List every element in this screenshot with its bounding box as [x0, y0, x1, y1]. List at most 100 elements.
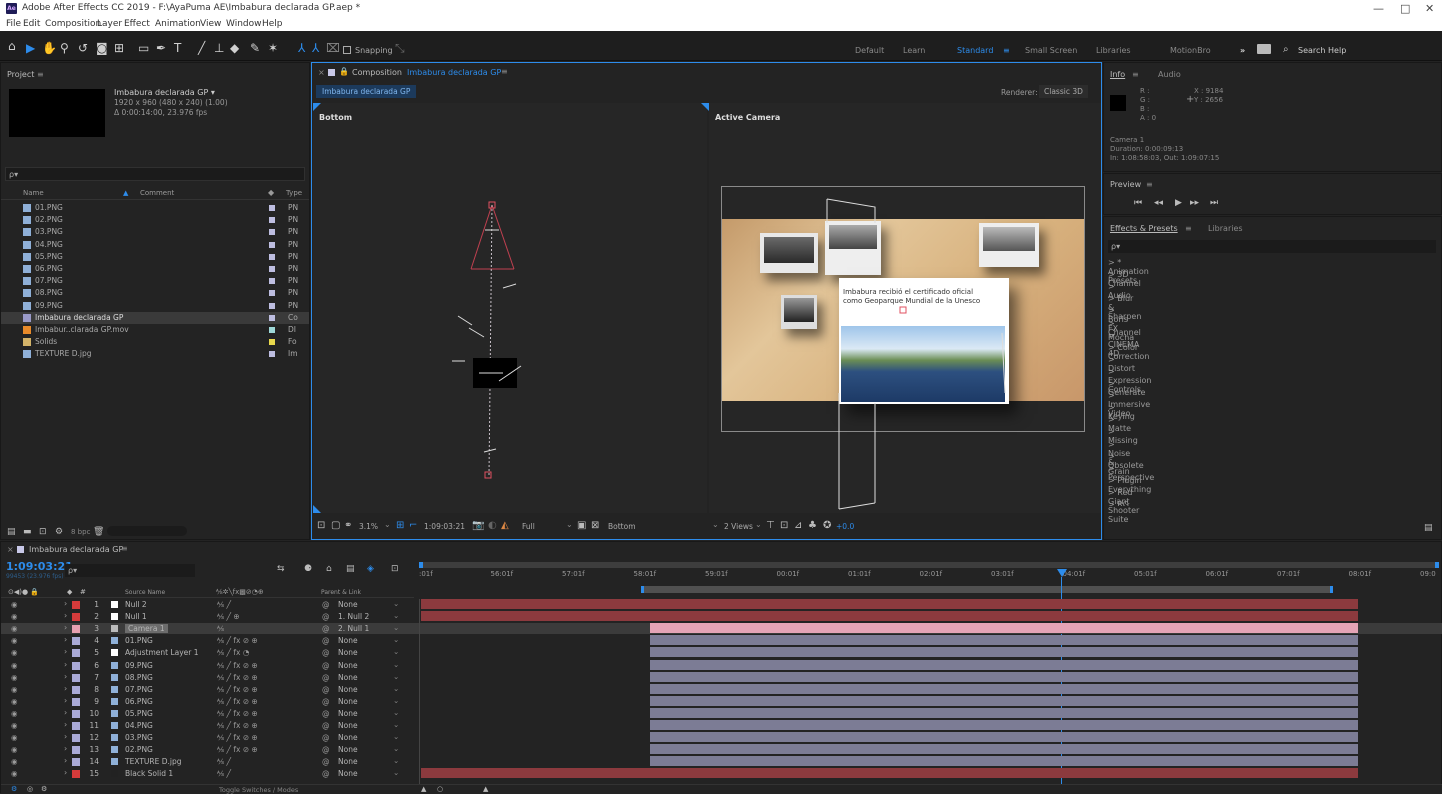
layer-label-swatch[interactable]	[72, 637, 80, 646]
layer-duration-bar[interactable]	[421, 768, 1358, 779]
project-panel-title[interactable]: Project	[7, 70, 34, 79]
layer-switches[interactable]: ⅍ ╱ fx ⊘ ⊕	[217, 733, 258, 742]
layer-duration-bar[interactable]	[650, 707, 1358, 718]
parent-pickwhip-icon[interactable]: @	[322, 600, 330, 609]
home-icon[interactable]: ⌂	[8, 40, 16, 52]
eraser-tool-icon[interactable]: ◆	[230, 42, 239, 54]
workspace-standard[interactable]: Standard	[957, 46, 993, 55]
motion-blur-icon[interactable]: ◈	[367, 564, 374, 574]
comp-mini-flowchart-icon[interactable]: ⇆	[277, 564, 285, 574]
menu-animation[interactable]: Animation	[155, 19, 201, 29]
eye-icon[interactable]: ◉	[11, 757, 18, 766]
parent-pickwhip-icon[interactable]: @	[322, 685, 330, 694]
project-item[interactable]: 01.PNG PN	[1, 202, 309, 214]
layer-source-name[interactable]: TEXTURE D.jpg	[125, 757, 182, 766]
project-item[interactable]: Imbabura declarada GP Co	[1, 311, 309, 324]
playhead-handle[interactable]	[1057, 569, 1067, 577]
layer-switches[interactable]: ⅍ ╱	[217, 769, 231, 778]
layer-duration-bar[interactable]	[650, 659, 1358, 670]
expand-arrow-icon[interactable]: ›	[64, 708, 67, 717]
close-timeline-tab-icon[interactable]: ×	[7, 545, 14, 554]
layer-parent-select[interactable]: 2. Null 1	[338, 624, 369, 633]
new-folder-icon[interactable]: ▬	[23, 527, 32, 537]
parent-chevron-icon[interactable]: ⌄	[393, 672, 399, 681]
pan-behind-tool-icon[interactable]: ⊞	[114, 42, 124, 54]
layer-parent-select[interactable]: None	[338, 709, 358, 718]
col-name[interactable]: Name	[23, 189, 44, 197]
layer-parent-select[interactable]: None	[338, 745, 358, 754]
expand-arrow-icon[interactable]: ›	[64, 768, 67, 777]
col-parent-link[interactable]: Parent & Link	[321, 589, 361, 596]
layer-label-swatch[interactable]	[72, 709, 80, 718]
layer-switches[interactable]: ⅍	[217, 624, 224, 633]
layer-duration-bar[interactable]	[650, 671, 1358, 682]
expand-arrow-icon[interactable]: ›	[64, 696, 67, 705]
layer-label-swatch[interactable]	[72, 697, 80, 706]
parent-chevron-icon[interactable]: ⌄	[393, 623, 399, 632]
fast-previews-icon[interactable]: ▣	[577, 520, 586, 531]
minimize-icon[interactable]: —	[1373, 2, 1384, 15]
work-area-start-handle[interactable]	[419, 562, 423, 568]
layer-source-name[interactable]: Null 1	[125, 612, 147, 621]
parent-chevron-icon[interactable]: ⌄	[393, 611, 399, 620]
expand-arrow-icon[interactable]: ›	[64, 684, 67, 693]
last-frame-icon[interactable]: ⏭	[1210, 198, 1218, 208]
zoom-tool-icon[interactable]: ⚲	[60, 42, 69, 54]
snapshot-icon[interactable]: ▢	[331, 520, 340, 531]
parent-chevron-icon[interactable]: ⌄	[393, 599, 399, 608]
layer-switches[interactable]: ⅍ ╱ fx ⊘ ⊕	[217, 697, 258, 706]
col-comment[interactable]: Comment	[140, 189, 174, 197]
menu-help[interactable]: Help	[262, 19, 283, 29]
project-item[interactable]: 05.PNG PN	[1, 251, 309, 263]
parent-pickwhip-icon[interactable]: @	[322, 673, 330, 682]
layer-label-swatch[interactable]	[72, 746, 80, 755]
layer-duration-bar[interactable]	[421, 611, 1358, 622]
expand-arrow-icon[interactable]: ›	[64, 720, 67, 729]
layer-duration-bar[interactable]	[650, 732, 1358, 743]
tab-libraries[interactable]: Libraries	[1208, 224, 1243, 233]
work-area-end-handle[interactable]	[1435, 562, 1439, 568]
bottom-view[interactable]: Bottom	[313, 103, 707, 513]
collapse-icon[interactable]: ⚙	[41, 785, 47, 793]
workspace-small-screen[interactable]: Small Screen	[1025, 46, 1077, 55]
search-icon[interactable]: ⌕	[1283, 44, 1289, 55]
expand-arrow-icon[interactable]: ›	[64, 611, 67, 620]
parent-chevron-icon[interactable]: ⌄	[393, 756, 399, 765]
project-search-input[interactable]: ρ▾	[5, 167, 305, 181]
workspace-menu-icon[interactable]: ≡	[1003, 46, 1010, 55]
layer-row[interactable]: ◉ › 3 Camera 1 ⅍ @2. Null 1 ⌄	[1, 623, 1442, 635]
expand-arrow-icon[interactable]: ›	[64, 672, 67, 681]
magnification-select[interactable]: 3.1%	[359, 522, 378, 531]
effects-menu-icon[interactable]: ≡	[1185, 224, 1192, 233]
eye-icon[interactable]: ◉	[11, 612, 18, 621]
show-channel-icon[interactable]: ◐	[488, 520, 497, 531]
layer-row[interactable]: ◉ › 1 Null 2 ⅍ ╱ @ None ⌄	[1, 599, 1442, 610]
layer-row[interactable]: ◉ › 12 03.PNG ⅍ ╱ fx ⊘ ⊕ @ None ⌄	[1, 732, 1442, 743]
project-item[interactable]: 07.PNG PN	[1, 275, 309, 287]
layer-duration-bar[interactable]	[650, 756, 1358, 767]
layer-source-name[interactable]: 06.PNG	[125, 697, 153, 706]
layer-parent-select[interactable]: None	[338, 673, 358, 682]
layer-label-swatch[interactable]	[72, 601, 80, 609]
lock-icon[interactable]: 🔒	[339, 67, 349, 76]
view-layout-select[interactable]: 2 Views	[724, 522, 753, 531]
take-snapshot-icon[interactable]: 📷	[472, 520, 484, 531]
comp-breadcrumb[interactable]: Imbabura declarada GP	[316, 85, 417, 98]
eye-icon[interactable]: ◉	[11, 685, 18, 694]
layer-source-name[interactable]: 07.PNG	[125, 685, 153, 694]
transparency-grid-icon[interactable]: ⊠	[591, 520, 599, 531]
exposure-reset-icon[interactable]: ✪	[823, 520, 831, 531]
expand-arrow-icon[interactable]: ›	[64, 599, 67, 608]
col-source-name[interactable]: Source Name	[125, 589, 165, 596]
bit-depth-label[interactable]: 8 bpc	[71, 528, 90, 536]
layer-parent-select[interactable]: None	[338, 661, 358, 670]
eye-icon[interactable]: ◉	[11, 661, 18, 670]
current-time-display[interactable]: 1:09:03:21	[424, 522, 465, 531]
project-settings-icon[interactable]: ⚙	[55, 527, 63, 537]
layer-source-name[interactable]: 03.PNG	[125, 733, 153, 742]
layer-label-swatch[interactable]	[72, 722, 80, 730]
region-of-interest-icon[interactable]: ⌐	[409, 520, 417, 531]
rotate-tool-icon[interactable]: ↺	[78, 42, 88, 54]
layer-row[interactable]: ◉ › 5 Adjustment Layer 1 ⅍ ╱ fx ◔ @ None ⌄	[1, 647, 1442, 658]
parent-pickwhip-icon[interactable]: @	[322, 636, 330, 645]
